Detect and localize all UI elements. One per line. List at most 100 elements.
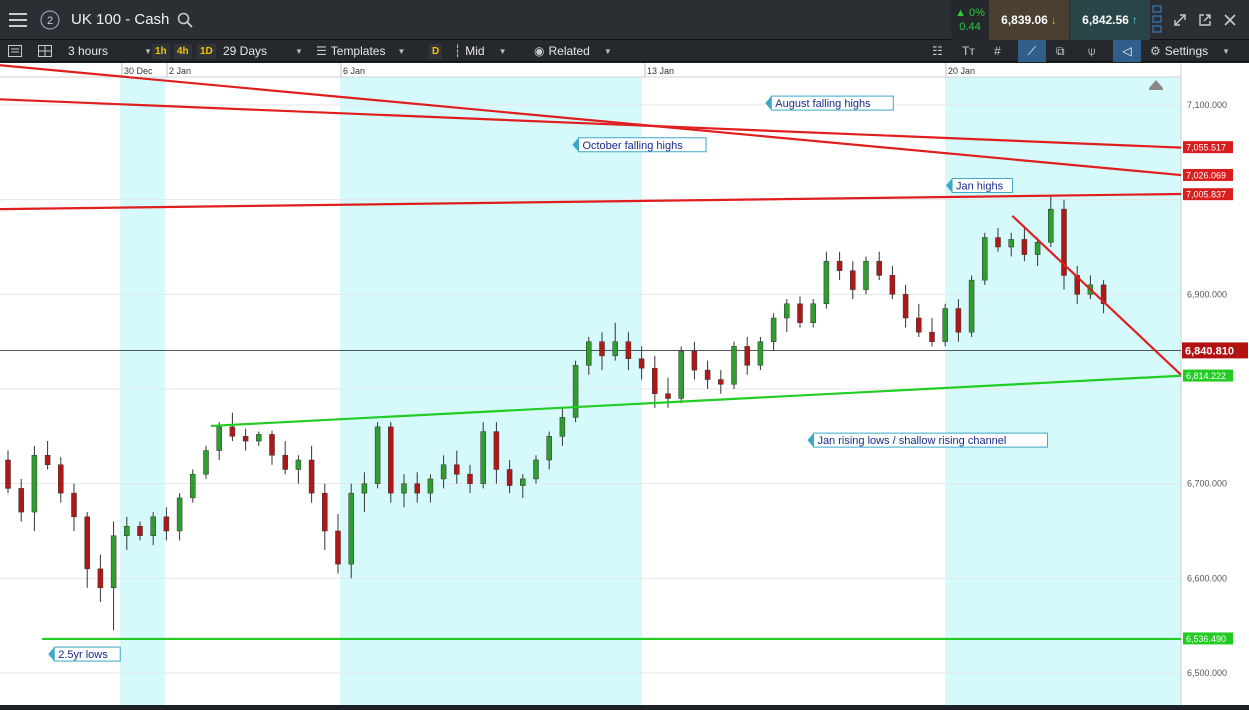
session-shade-band: [340, 77, 642, 705]
candle-bearish: [97, 568, 104, 589]
collapse-icon[interactable]: [1168, 8, 1192, 32]
candle-bearish: [322, 492, 328, 532]
candle-bullish: [559, 417, 566, 437]
current-price-text: 6,840.810: [1185, 345, 1234, 357]
scroll-indicator-icon[interactable]: [1150, 4, 1164, 36]
price-chart[interactable]: 30 Dec 2 Jan 6 Jan 13 Jan 20 Jan 7,100.000 6,9…: [0, 63, 1249, 705]
candle-bullish: [348, 492, 354, 565]
title-bar: 2 UK 100 - Cash ▲ 0% 0.44 6,839.06 ↓ 6,8…: [0, 0, 1249, 40]
d-button[interactable]: D: [429, 40, 443, 62]
chevron-down-icon: ▼: [603, 46, 612, 56]
chevron-down-icon: ▼: [498, 46, 507, 56]
candle-bearish: [929, 331, 935, 342]
settings-button[interactable]: ⚙ Settings ▼: [1150, 40, 1230, 62]
sell-price-button[interactable]: 6,839.06 ↓: [989, 0, 1069, 40]
price-type-select[interactable]: ┆ Mid ▼: [454, 40, 507, 62]
candle-bullish: [110, 535, 117, 589]
candle-bullish: [678, 350, 684, 399]
templates-button[interactable]: ☰ Templates ▼: [316, 40, 405, 62]
tf-4h-label: 4h: [174, 43, 192, 59]
candle-bullish: [586, 341, 592, 366]
draw-tool-icon[interactable]: ⟋: [1018, 40, 1046, 62]
chevron-down-icon: ▼: [1222, 46, 1231, 56]
price-label-text: 7,055.517: [1186, 143, 1226, 153]
candle-bullish: [968, 279, 975, 333]
price-axis: [1181, 63, 1249, 705]
candle-bearish: [282, 455, 288, 470]
candle-bearish: [889, 275, 896, 295]
candle-bearish: [414, 483, 420, 494]
d-label: D: [429, 43, 443, 59]
timeframe-1d-button[interactable]: 1D: [197, 40, 216, 62]
candle-bearish: [44, 455, 51, 465]
buy-price: 6,842.56: [1082, 13, 1129, 27]
price-type-value: Mid: [465, 44, 485, 58]
candle-bullish: [612, 341, 618, 357]
workspace-number-icon[interactable]: 2: [38, 8, 62, 32]
candle-bearish: [18, 488, 24, 513]
candle-bearish: [269, 434, 275, 456]
eye-icon: ◉: [534, 44, 545, 58]
timeframe-1h-button[interactable]: 1h: [152, 40, 170, 62]
candle-bearish: [797, 303, 803, 323]
candle-bullish: [1034, 242, 1041, 255]
date-tick-label: 20 Jan: [948, 66, 975, 76]
price-label-text: 6,814.222: [1186, 371, 1226, 381]
list-icon[interactable]: [8, 40, 22, 62]
related-label: Related: [548, 44, 590, 58]
gear-icon: ⚙: [1150, 44, 1161, 58]
related-select[interactable]: ◉ Related ▼: [534, 40, 612, 62]
range-select[interactable]: 29 Days ▼: [223, 40, 303, 62]
tf-1d-label: 1D: [197, 43, 216, 59]
indicator-icon[interactable]: ☷: [932, 40, 943, 62]
timeframe-4h-button[interactable]: 4h: [174, 40, 192, 62]
candle-bullish: [190, 473, 196, 499]
price-tick-label: 6,600.000: [1187, 573, 1227, 583]
interval-select[interactable]: 3 hours ▼: [68, 40, 152, 62]
alert-icon[interactable]: ⍦: [1088, 40, 1095, 62]
layout-icon[interactable]: [38, 40, 52, 62]
change-absolute: 0.44: [959, 21, 981, 33]
candle-bullish: [150, 516, 156, 536]
text-tool-icon[interactable]: Tт: [962, 40, 975, 62]
price-tick-label: 7,100.000: [1187, 100, 1227, 110]
candle-bearish: [744, 346, 750, 366]
layers-icon[interactable]: ⧉: [1056, 40, 1065, 62]
buy-price-button[interactable]: 6,842.56 ↑: [1070, 0, 1150, 40]
candle-bearish: [454, 464, 460, 475]
date-tick-label: 6 Jan: [343, 66, 365, 76]
candle-bearish: [137, 526, 143, 536]
candle-bullish: [546, 436, 552, 461]
candle-bullish: [823, 260, 830, 305]
close-icon[interactable]: [1218, 8, 1242, 32]
tf-1h-label: 1h: [152, 43, 170, 59]
candle-bullish: [361, 483, 368, 494]
candle-bearish: [665, 393, 671, 399]
instrument-name[interactable]: UK 100 - Cash: [71, 11, 169, 28]
templates-label: Templates: [330, 44, 386, 58]
date-tick-label: 13 Jan: [647, 66, 674, 76]
candle-bullish: [124, 526, 130, 536]
candle-bullish: [401, 483, 407, 494]
candle-bullish: [770, 317, 777, 342]
search-icon[interactable]: [173, 8, 197, 32]
price-label-text: 7,026.069: [1186, 170, 1226, 180]
tag-icon[interactable]: ◁: [1113, 40, 1141, 62]
candle-bullish: [982, 237, 988, 281]
session-shade-band: [120, 77, 165, 705]
grid-icon[interactable]: #: [994, 40, 1001, 62]
interval-value: 3 hours: [68, 44, 109, 58]
chart-canvas[interactable]: 30 Dec 2 Jan 6 Jan 13 Jan 20 Jan 7,100.000 6,9…: [0, 63, 1249, 705]
popout-icon[interactable]: [1193, 8, 1217, 32]
hamburger-menu-icon[interactable]: [6, 8, 30, 32]
candle-bearish: [718, 379, 724, 385]
candle-bullish: [863, 260, 869, 290]
candle-bullish: [533, 459, 539, 480]
candle-bearish: [308, 459, 315, 494]
change-percent-value: 0%: [969, 7, 985, 19]
candle-bullish: [757, 341, 764, 366]
candle-bearish: [388, 426, 394, 494]
candle-bearish: [335, 530, 341, 565]
annotation-label: Jan rising lows / shallow rising channel: [817, 435, 1006, 447]
candle-bearish: [955, 308, 962, 333]
